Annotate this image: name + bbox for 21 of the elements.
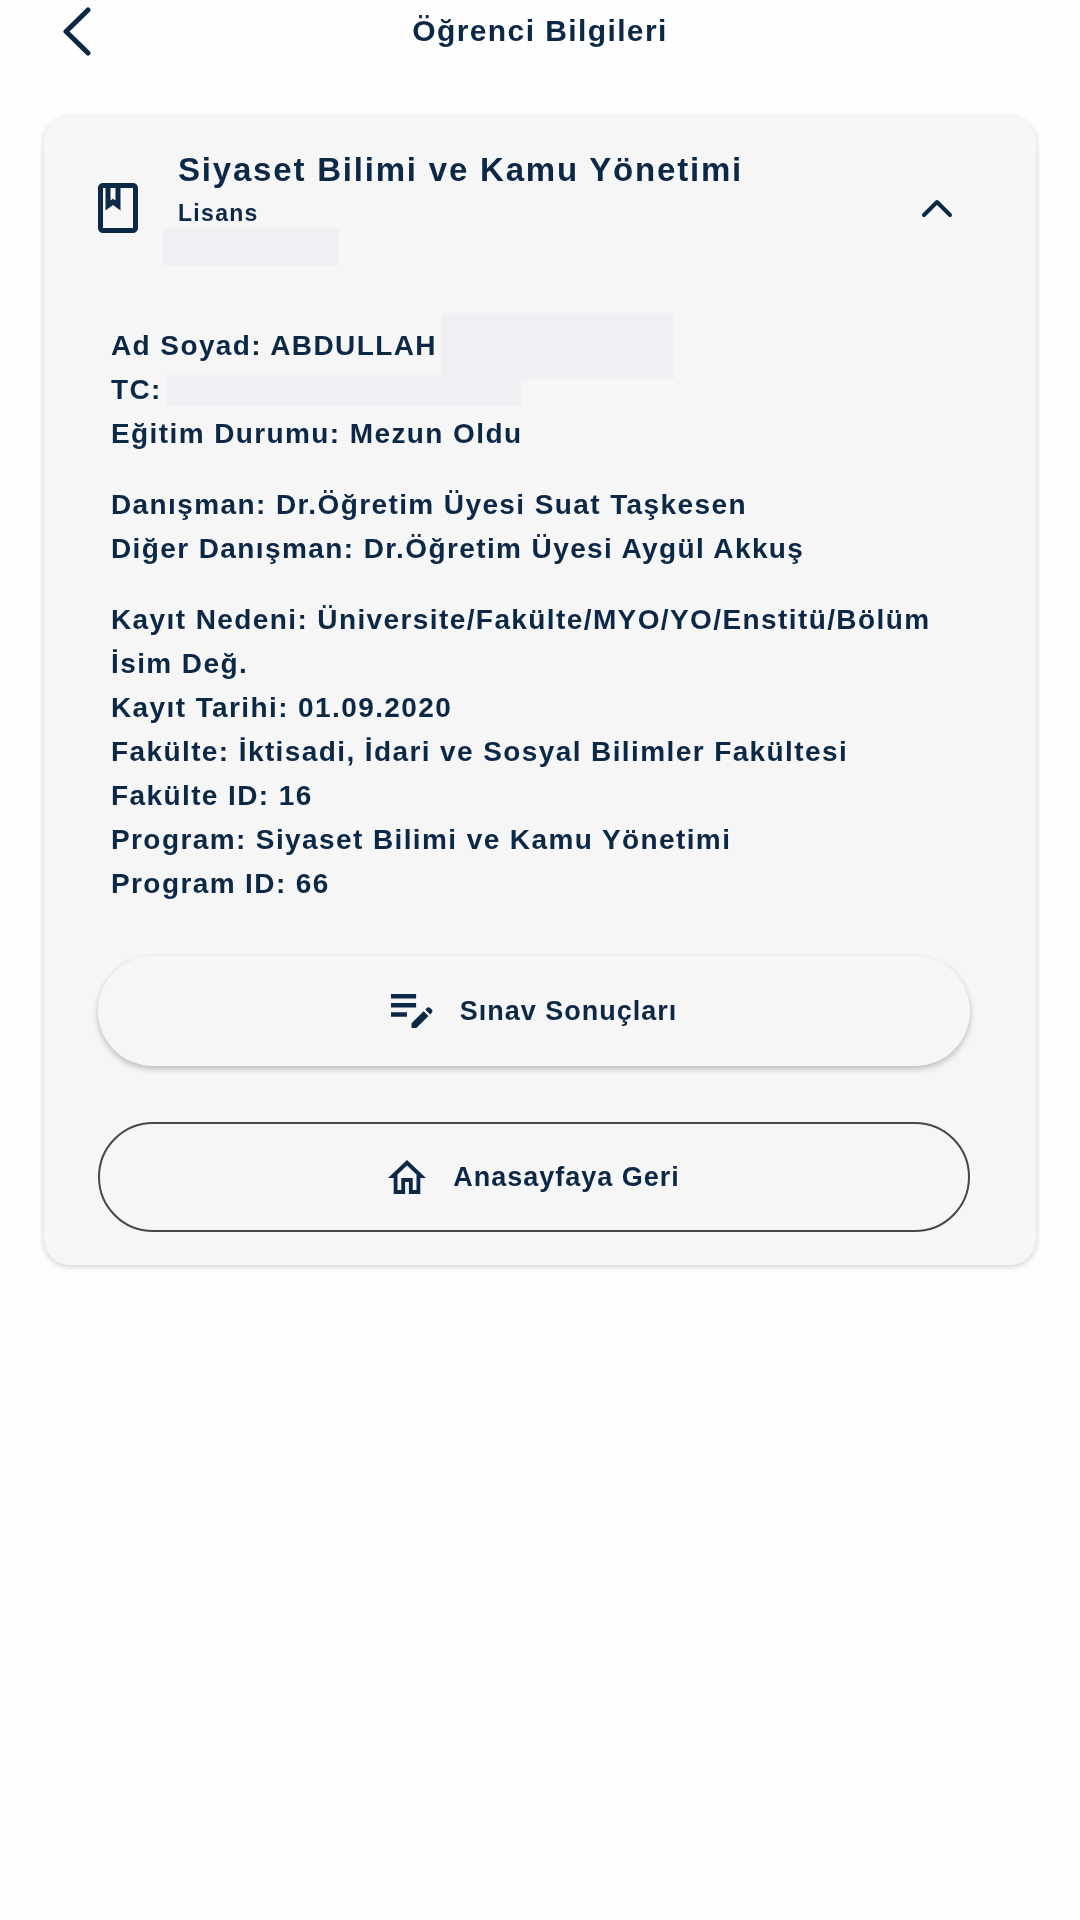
exam-results-button[interactable]: Sınav Sonuçları xyxy=(98,956,970,1066)
info-line: Ad Soyad: ABDULLAH xyxy=(111,329,437,363)
info-line: Diğer Danışman: Dr.Öğretim Üyesi Aygül Akkuş xyxy=(111,532,805,566)
home-button[interactable]: Anasayfaya Geri xyxy=(98,1122,970,1232)
info-line: Fakülte: İktisadi, İdari ve Sosyal Bilimler Fakültesi xyxy=(111,735,849,769)
info-line: Program ID: 66 xyxy=(111,867,330,901)
info-line: TC: xyxy=(111,373,162,407)
info-line: Program: Siyaset Bilimi ve Kamu Yönetimi xyxy=(111,823,732,857)
home-icon xyxy=(388,1160,427,1194)
program-title: Siyaset Bilimi ve Kamu Yönetimi xyxy=(178,150,744,190)
degree-label: Lisans xyxy=(178,199,259,228)
info-line: Danışman: Dr.Öğretim Üyesi Suat Taşkesen xyxy=(111,488,747,522)
notes-pencil-icon xyxy=(390,994,433,1028)
info-line: Kayıt Nedeni: Üniversite/Fakülte/MYO/YO/Enstitü/Bölüm İsim Değ. xyxy=(111,603,932,681)
page-title: Öğrenci Bilgileri xyxy=(412,13,668,49)
info-line: Fakülte ID: 16 xyxy=(111,779,313,813)
back-icon[interactable] xyxy=(61,6,92,56)
chevron-up-icon[interactable] xyxy=(921,198,953,218)
info-line: Kayıt Tarihi: 01.09.2020 xyxy=(111,691,453,725)
book-icon xyxy=(98,183,138,233)
info-line: Eğitim Durumu: Mezun Oldu xyxy=(111,417,523,451)
